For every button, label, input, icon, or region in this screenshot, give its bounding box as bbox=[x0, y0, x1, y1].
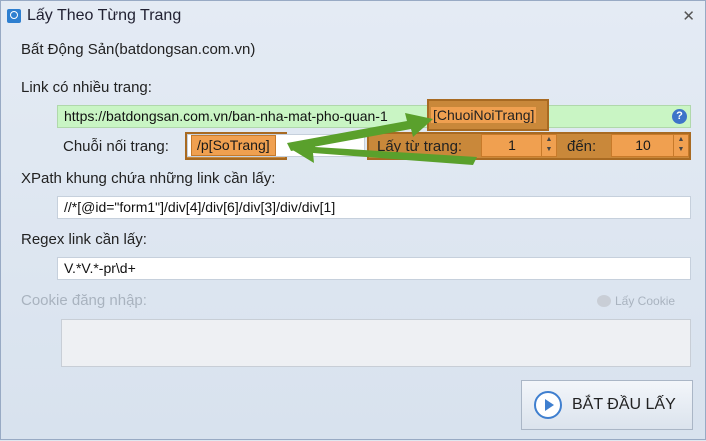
close-icon[interactable]: ✕ bbox=[682, 7, 695, 25]
to-page-value: 10 bbox=[635, 137, 651, 153]
window: Lấy Theo Từng Trang ✕ Bất Động Sản(batdo… bbox=[0, 0, 706, 440]
link-label: Link có nhiều trang: bbox=[21, 79, 152, 96]
regex-value: V.*V.*-pr\d+ bbox=[64, 260, 136, 276]
link-url-text: https://batdongsan.com.vn/ban-nha-mat-ph… bbox=[64, 108, 388, 124]
get-cookie-button[interactable]: Lấy Cookie bbox=[597, 294, 675, 308]
get-cookie-label: Lấy Cookie bbox=[615, 294, 676, 308]
site-name: Bất Động Sản(batdongsan.com.vn) bbox=[21, 41, 256, 58]
regex-label: Regex link cần lấy: bbox=[21, 231, 147, 248]
to-page-arrows-icon[interactable]: ▲ ▼ bbox=[673, 135, 688, 156]
title-bar: Lấy Theo Từng Trang ✕ bbox=[1, 1, 705, 31]
to-page-spinner[interactable]: 10 ▲ ▼ bbox=[611, 134, 689, 157]
window-title: Lấy Theo Từng Trang bbox=[27, 7, 182, 24]
placeholder-token: [ChuoiNoiTrang] bbox=[431, 107, 537, 123]
page-string-value: /p[SoTrang] bbox=[191, 135, 276, 156]
from-page-arrows-icon[interactable]: ▲ ▼ bbox=[541, 135, 556, 156]
cookie-label: Cookie đăng nhập: bbox=[21, 292, 147, 309]
annotation-arrows bbox=[287, 113, 477, 165]
xpath-input[interactable]: //*[@id="form1"]/div[4]/div[6]/div[3]/di… bbox=[57, 196, 691, 219]
link-input[interactable]: https://batdongsan.com.vn/ban-nha-mat-ph… bbox=[57, 105, 691, 128]
help-icon[interactable]: ? bbox=[672, 109, 687, 124]
from-page-spinner[interactable]: 1 ▲ ▼ bbox=[481, 134, 557, 157]
regex-input[interactable]: V.*V.*-pr\d+ bbox=[57, 257, 691, 280]
xpath-label: XPath khung chứa những link cần lấy: bbox=[21, 170, 276, 187]
cookie-textarea[interactable] bbox=[61, 319, 691, 367]
from-page-label: Lấy từ trang: bbox=[377, 138, 463, 155]
cookie-icon bbox=[597, 295, 611, 307]
app-icon bbox=[7, 9, 21, 23]
play-icon bbox=[534, 391, 562, 419]
page-string-label: Chuỗi nối trang: bbox=[63, 138, 169, 155]
xpath-value: //*[@id="form1"]/div[4]/div[6]/div[3]/di… bbox=[64, 199, 336, 215]
start-button-label: BẮT ĐẦU LẤY bbox=[572, 396, 676, 413]
to-page-label: đến: bbox=[567, 138, 597, 155]
from-page-value: 1 bbox=[508, 137, 516, 153]
start-button[interactable]: BẮT ĐẦU LẤY bbox=[521, 380, 693, 430]
